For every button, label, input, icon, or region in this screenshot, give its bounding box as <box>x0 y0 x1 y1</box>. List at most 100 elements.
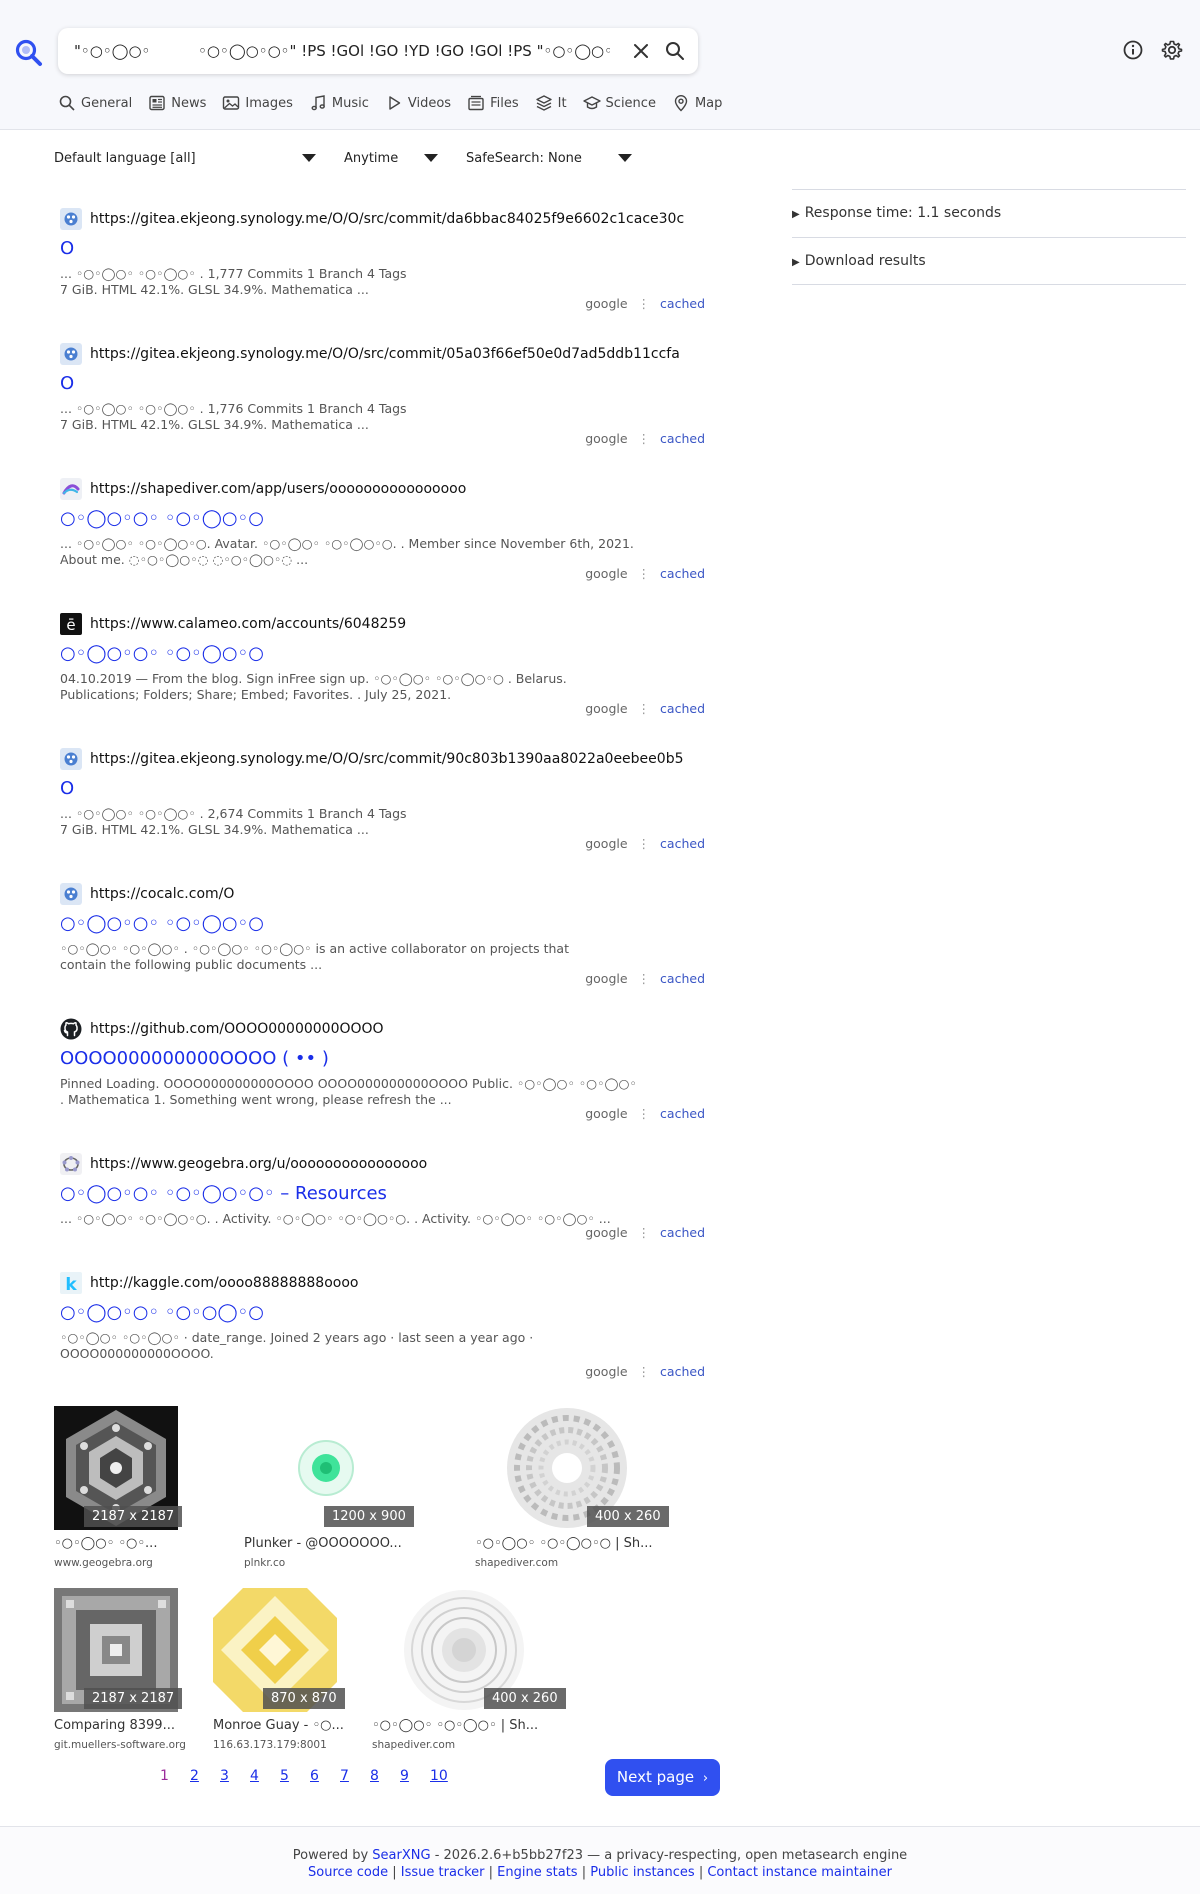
page-link[interactable]: 3 <box>220 1768 250 1784</box>
cached-link[interactable]: cached <box>660 971 705 986</box>
result-item: https://github.com/OOOO00000000OOOO OOOO… <box>60 1016 705 1121</box>
result-title[interactable]: O <box>60 238 705 262</box>
footer-powered-prefix: Powered by <box>292 1848 369 1863</box>
result-title[interactable]: O <box>60 778 705 802</box>
safesearch-select[interactable]: SafeSearch: None <box>466 148 636 170</box>
next-page-button[interactable]: Next page › <box>605 1759 720 1796</box>
cached-link[interactable]: cached <box>660 836 705 851</box>
page-link[interactable]: 6 <box>310 1768 340 1784</box>
cached-link[interactable]: cached <box>660 566 705 581</box>
result-engine: google <box>585 566 628 581</box>
image-title[interactable]: Plunker - @OOOOOOO... <box>244 1536 424 1551</box>
tab-images[interactable]: Images <box>222 92 293 114</box>
image-title[interactable]: ◦○◦◯○◦ ◦○◦... <box>54 1536 194 1551</box>
page-link[interactable]: 2 <box>190 1768 220 1784</box>
clear-search-icon[interactable] <box>630 40 652 62</box>
tab-music[interactable]: Music <box>309 92 369 114</box>
more-dots-icon: ⋮ <box>637 296 651 311</box>
page-link[interactable]: 7 <box>340 1768 370 1784</box>
gear-icon[interactable] <box>1161 39 1183 61</box>
source-code-link[interactable]: Source code <box>308 1865 388 1880</box>
header: General News Images Music Videos Files I… <box>0 0 1200 130</box>
cached-link[interactable]: cached <box>660 296 705 311</box>
page-link[interactable]: 9 <box>400 1768 430 1784</box>
result-title[interactable]: ○◦◯○◦○◦ ◦○◦◯○◦○ <box>60 643 705 667</box>
tab-it[interactable]: It <box>535 92 567 114</box>
info-icon[interactable] <box>1122 39 1144 61</box>
cached-link[interactable]: cached <box>660 1106 705 1121</box>
result-url[interactable]: https://gitea.ekjeong.synology.me/O/O/sr… <box>90 751 705 767</box>
result-engine: google <box>585 1225 628 1240</box>
response-time-toggle[interactable]: ▶ Response time: 1.1 seconds <box>792 189 1186 237</box>
shapediver-favicon-icon <box>60 478 82 500</box>
result-snippet: ... ◦○◦◯○◦ ◦○◦◯○◦ . 1,776 Commits 1 Bran… <box>60 401 407 432</box>
searxng-link[interactable]: SearXNG <box>372 1848 430 1863</box>
tab-general[interactable]: General <box>58 92 132 114</box>
result-title[interactable]: ○◦◯○◦○◦ ◦○◦◯○◦○ <box>60 913 705 937</box>
download-results-toggle[interactable]: ▶ Download results <box>792 237 1186 285</box>
result-engine: google <box>585 1364 628 1379</box>
result-url[interactable]: https://shapediver.com/app/users/ooooooo… <box>90 481 705 497</box>
result-url[interactable]: https://www.calameo.com/accounts/6048259 <box>90 616 705 632</box>
result-title[interactable]: ○◦◯○◦○◦ ◦○◦◯○◦○◦ – Resources <box>60 1183 705 1207</box>
tab-news[interactable]: News <box>148 92 206 114</box>
image-title[interactable]: ◦○◦◯○◦ ◦○◦◯○◦ | Sh... <box>372 1718 572 1733</box>
image-title[interactable]: Monroe Guay - ◦○... <box>213 1718 343 1733</box>
page-link[interactable]: 4 <box>250 1768 280 1784</box>
layers-icon <box>535 95 552 111</box>
language-select-value: Default language [all] <box>54 151 196 166</box>
result-snippet: 04.10.2019 — From the blog. Sign inFree … <box>60 671 567 702</box>
result-title[interactable]: O <box>60 373 705 397</box>
result-url[interactable]: https://gitea.ekjeong.synology.me/O/O/sr… <box>90 211 705 227</box>
cached-link[interactable]: cached <box>660 1364 705 1379</box>
cached-link[interactable]: cached <box>660 1225 705 1240</box>
image-title[interactable]: Comparing 8399... <box>54 1718 194 1733</box>
issue-tracker-link[interactable]: Issue tracker <box>401 1865 485 1880</box>
chevron-down-icon <box>302 154 316 162</box>
calameo-favicon-icon: ē <box>60 613 82 635</box>
page-link[interactable]: 5 <box>280 1768 310 1784</box>
page-link[interactable]: 10 <box>430 1768 460 1784</box>
result-url[interactable]: https://www.geogebra.org/u/ooooooooooooo… <box>90 1156 705 1172</box>
result-item: https://cocalc.com/O ○◦◯○◦○◦ ◦○◦◯○◦○ ◦○◦… <box>60 881 705 986</box>
tab-map[interactable]: Map <box>672 92 722 114</box>
result-title[interactable]: OOOO000000000OOOO ( •• ) <box>60 1048 705 1072</box>
image-title[interactable]: ◦○◦◯○◦ ◦○◦◯○◦○ | Sh... <box>475 1536 675 1551</box>
result-snippet: ... ◦○◦◯○◦ ◦○◦◯○◦○. Avatar. ◦○◦◯○◦ ◦○◦◯○… <box>60 536 634 567</box>
search-icon[interactable] <box>664 40 686 62</box>
result-snippet: ... ◦○◦◯○◦ ◦○◦◯○◦ . 1,777 Commits 1 Bran… <box>60 266 407 297</box>
search-input[interactable] <box>72 28 612 74</box>
result-title[interactable]: ○◦◯○◦○◦ ◦○◦◯○◦○ <box>60 508 705 532</box>
result-url[interactable]: https://cocalc.com/O <box>90 886 705 902</box>
tab-files[interactable]: Files <box>467 92 519 114</box>
tab-science[interactable]: Science <box>582 92 656 114</box>
result-url[interactable]: http://kaggle.com/oooo88888888oooo <box>90 1275 705 1291</box>
result-item: https://gitea.ekjeong.synology.me/O/O/sr… <box>60 206 705 311</box>
result-engine: google <box>585 836 628 851</box>
result-item: https://gitea.ekjeong.synology.me/O/O/sr… <box>60 746 705 851</box>
page-current: 1 <box>160 1768 169 1784</box>
cached-link[interactable]: cached <box>660 701 705 716</box>
footer-powered-suffix: - 2026.2.6+b5bb27f23 — a privacy-respect… <box>434 1848 908 1863</box>
time-range-select[interactable]: Anytime <box>344 148 444 170</box>
files-icon <box>468 95 484 111</box>
page-link[interactable]: 8 <box>370 1768 400 1784</box>
result-engine: google <box>585 431 628 446</box>
contact-maintainer-link[interactable]: Contact instance maintainer <box>707 1865 892 1880</box>
language-select[interactable]: Default language [all] <box>54 148 319 170</box>
result-title[interactable]: ○◦◯○◦○◦ ◦○◦○◯◦○ <box>60 1302 705 1326</box>
result-url[interactable]: https://gitea.ekjeong.synology.me/O/O/sr… <box>90 346 705 362</box>
searxng-logo-icon[interactable] <box>14 38 44 68</box>
cached-link[interactable]: cached <box>660 431 705 446</box>
public-instances-link[interactable]: Public instances <box>590 1865 694 1880</box>
more-dots-icon: ⋮ <box>637 566 651 581</box>
pagination: 1 2 3 4 5 6 7 8 9 10 <box>160 1768 460 1784</box>
result-url[interactable]: https://github.com/OOOO00000000OOOO <box>90 1021 705 1037</box>
chevron-down-icon <box>618 154 632 162</box>
image-host: shapediver.com <box>372 1739 456 1751</box>
more-dots-icon: ⋮ <box>637 1225 651 1240</box>
engine-stats-link[interactable]: Engine stats <box>497 1865 577 1880</box>
tab-label: Images <box>245 95 293 111</box>
result-snippet: Pinned Loading. OOOO000000000OOOO OOOO00… <box>60 1076 637 1107</box>
tab-videos[interactable]: Videos <box>385 92 451 114</box>
